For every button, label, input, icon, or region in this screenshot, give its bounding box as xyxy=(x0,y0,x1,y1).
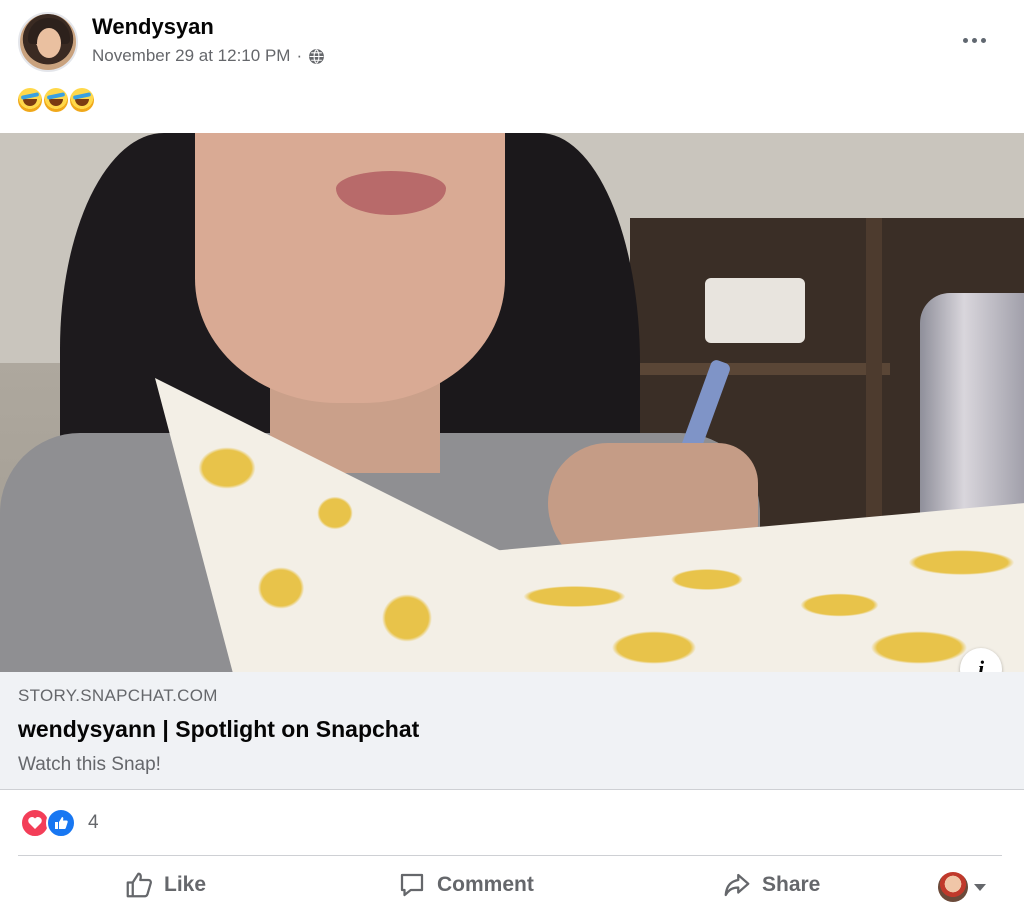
bg-shelf-board xyxy=(630,363,890,375)
more-dot xyxy=(980,37,986,43)
comment-icon xyxy=(400,873,424,897)
link-subtitle: Watch this Snap! xyxy=(18,754,161,775)
share-label: Share xyxy=(762,873,821,896)
chevron-down-icon xyxy=(974,883,986,891)
thumbs-up-icon xyxy=(126,872,152,898)
post-header: Wendysyan November 29 at 12:10 PM · xyxy=(0,0,1024,84)
like-label: Like xyxy=(164,873,207,896)
link-title[interactable]: wendysyann | Spotlight on Snapchat xyxy=(18,716,419,743)
reaction-audience-selector[interactable] xyxy=(938,872,986,902)
reaction-count[interactable]: 4 xyxy=(88,812,99,834)
author-name[interactable]: Wendysyan xyxy=(92,14,214,40)
bg-box xyxy=(705,278,805,343)
post-meta: November 29 at 12:10 PM · xyxy=(92,46,325,66)
comment-label: Comment xyxy=(437,873,534,896)
facebook-post: Wendysyan November 29 at 12:10 PM · i ST… xyxy=(0,0,1024,919)
post-actions: Like Comment Share xyxy=(0,858,1024,914)
share-icon xyxy=(724,873,750,897)
reaction-summary[interactable]: 4 xyxy=(20,806,99,840)
rolling-on-floor-laughing-emoji xyxy=(44,88,68,112)
comment-button[interactable]: Comment xyxy=(397,870,534,900)
more-options-icon[interactable] xyxy=(954,26,994,54)
rolling-on-floor-laughing-emoji xyxy=(70,88,94,112)
meta-separator: · xyxy=(296,46,303,65)
author-avatar[interactable] xyxy=(18,12,78,72)
rolling-on-floor-laughing-emoji xyxy=(18,88,42,112)
globe-icon[interactable] xyxy=(308,48,325,65)
actions-divider xyxy=(18,855,1002,856)
avatar-face xyxy=(37,28,61,58)
link-preview-image[interactable]: i xyxy=(0,133,1024,672)
more-dot xyxy=(962,37,968,43)
link-preview-card[interactable]: STORY.SNAPCHAT.COM wendysyann | Spotligh… xyxy=(0,672,1024,790)
link-domain: STORY.SNAPCHAT.COM xyxy=(18,686,218,705)
post-timestamp[interactable]: November 29 at 12:10 PM xyxy=(92,46,290,66)
like-button[interactable]: Like xyxy=(124,870,206,900)
like-reaction-icon xyxy=(46,808,76,838)
post-text xyxy=(18,88,94,112)
user-avatar xyxy=(938,872,968,902)
share-button[interactable]: Share xyxy=(722,870,820,900)
person-face xyxy=(195,133,505,403)
more-dot xyxy=(971,37,977,43)
